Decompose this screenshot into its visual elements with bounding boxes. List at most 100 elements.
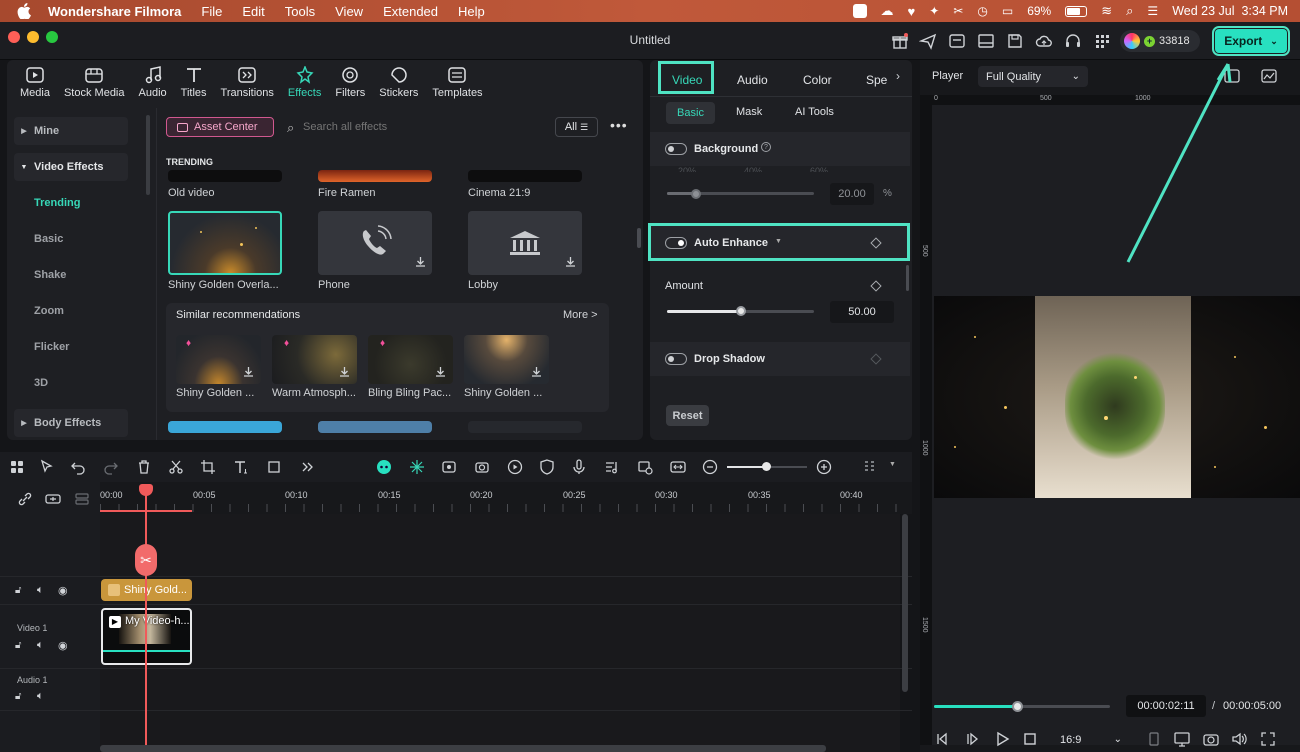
download-icon[interactable] [564, 255, 577, 268]
more-tools-icon[interactable] [299, 459, 315, 475]
sidebar-scrollbar[interactable] [146, 115, 150, 195]
timeline-horizontal-scrollbar[interactable] [100, 745, 826, 752]
sidebar-item-flicker[interactable]: Flicker [34, 341, 69, 353]
scissors-icon[interactable] [168, 459, 184, 475]
delete-icon[interactable] [136, 459, 152, 475]
effect-thumb-old-video[interactable] [168, 170, 282, 182]
save-icon[interactable] [1006, 32, 1024, 50]
download-icon[interactable] [338, 365, 351, 378]
fit-width-icon[interactable] [670, 459, 686, 475]
aspect-ratio-dropdown[interactable]: 16:9 ⌄ [1052, 729, 1126, 750]
menu-edit[interactable]: Edit [242, 4, 264, 19]
background-slider-knob[interactable] [691, 189, 701, 199]
link-icon[interactable] [17, 491, 33, 507]
sidebar-item-body-effects[interactable]: ▶ Body Effects [14, 409, 128, 437]
tab-stickers[interactable]: Stickers [373, 60, 424, 106]
status-cloud-icon[interactable]: ☁ [881, 3, 894, 19]
background-value[interactable]: 20.00 [830, 183, 874, 205]
export-button[interactable]: Export ⌄ [1212, 26, 1290, 56]
battery-icon[interactable] [1065, 5, 1088, 17]
effect-thumb-lobby[interactable] [468, 211, 582, 275]
sidebar-item-mine[interactable]: ▶ Mine [14, 117, 128, 145]
wifi-icon[interactable]: ≋ [1101, 3, 1112, 19]
menu-help[interactable]: Help [458, 4, 485, 19]
background-toggle[interactable] [665, 143, 687, 155]
microphone-icon[interactable] [571, 459, 587, 475]
add-track-icon[interactable] [45, 491, 61, 507]
display-icon[interactable] [1174, 731, 1190, 747]
play-icon[interactable] [994, 731, 1010, 747]
help-icon[interactable]: ? [761, 142, 771, 152]
template-icon[interactable] [948, 32, 966, 50]
auto-enhance-toggle[interactable] [665, 237, 687, 249]
sidebar-item-zoom[interactable]: Zoom [34, 305, 64, 317]
tab-filters[interactable]: Filters [329, 60, 371, 106]
replace-icon[interactable] [637, 459, 653, 475]
play-circle-icon[interactable] [507, 459, 523, 475]
status-heart-icon[interactable]: ♥ [908, 4, 916, 19]
tab-color[interactable]: Color [803, 68, 832, 92]
tab-video[interactable]: Video [672, 68, 702, 92]
split-scissors-icon[interactable]: ✂ [135, 544, 157, 576]
amount-value[interactable]: 50.00 [830, 301, 894, 323]
effect-thumb-cinema[interactable] [468, 170, 582, 182]
layout-icon[interactable] [977, 32, 995, 50]
tab-stock-media[interactable]: Stock Media [58, 60, 131, 106]
apps-grid-icon[interactable] [1093, 32, 1111, 50]
voice-icon[interactable] [441, 459, 457, 475]
auto-highlight-icon[interactable] [409, 459, 425, 475]
tab-audio-props[interactable]: Audio [737, 68, 768, 92]
volume-icon[interactable] [1231, 731, 1247, 747]
reset-button[interactable]: Reset [666, 405, 709, 426]
ai-mate-icon[interactable] [376, 459, 392, 475]
crop-icon[interactable] [200, 459, 216, 475]
control-center-icon[interactable]: ☰ [1147, 4, 1158, 18]
tab-speed[interactable]: Spe [866, 68, 887, 92]
caret-down-icon[interactable]: ▼ [889, 461, 896, 468]
tab-media[interactable]: Media [14, 60, 56, 106]
timeline-ruler[interactable]: 00:00 00:05 00:10 00:15 00:20 00:25 00:3… [100, 482, 912, 514]
select-pointer-icon[interactable] [39, 459, 55, 475]
effect-thumb-fire-ramen[interactable] [318, 170, 432, 182]
download-icon[interactable] [530, 365, 543, 378]
sidebar-item-trending[interactable]: Trending [34, 197, 80, 209]
status-clock-icon[interactable]: ◷ [977, 4, 987, 18]
shape-icon[interactable] [267, 459, 283, 475]
similar-thumb-2[interactable]: ♦ [272, 335, 357, 384]
previous-frame-icon[interactable] [935, 731, 951, 747]
zoom-in-icon[interactable] [816, 459, 832, 475]
menu-view[interactable]: View [335, 4, 363, 19]
gift-icon[interactable] [891, 32, 909, 50]
credits-badge[interactable]: + 33818 [1120, 30, 1200, 52]
lock-icon[interactable]: 🔓︎ [15, 691, 21, 702]
cloud-upload-icon[interactable] [1035, 32, 1053, 50]
sidebar-item-video-effects[interactable]: ▼ Video Effects [14, 153, 128, 181]
timeline-settings-icon[interactable] [862, 459, 878, 475]
speaker-icon[interactable]: 🔈︎ [37, 639, 44, 652]
track-manager-icon[interactable] [74, 491, 90, 507]
menu-app-name[interactable]: Wondershare Filmora [48, 4, 181, 19]
effect-thumb-row4-2[interactable] [318, 421, 432, 433]
effect-thumb-row4-1[interactable] [168, 421, 282, 433]
download-icon[interactable] [414, 255, 427, 268]
similar-thumb-4[interactable] [464, 335, 549, 384]
playback-progress-knob[interactable] [1011, 701, 1023, 712]
headset-icon[interactable] [1064, 32, 1082, 50]
quality-dropdown[interactable]: Full Quality ⌄ [978, 66, 1088, 87]
zoom-slider-knob[interactable] [762, 462, 771, 471]
props-scrollbar[interactable] [906, 265, 909, 291]
download-icon[interactable] [242, 365, 255, 378]
subtab-ai-tools[interactable]: AI Tools [795, 106, 834, 118]
music-list-icon[interactable] [604, 459, 620, 475]
sidebar-item-basic[interactable]: Basic [34, 233, 63, 245]
download-icon[interactable] [434, 365, 447, 378]
chevron-right-icon[interactable]: › [896, 69, 900, 83]
avatar[interactable] [1124, 33, 1140, 49]
status-pin-icon[interactable]: ✂ [953, 4, 963, 18]
playhead-line[interactable] [145, 484, 147, 752]
next-frame-icon[interactable] [965, 731, 981, 747]
speaker-icon[interactable]: 🔈︎ [37, 584, 44, 597]
record-icon[interactable] [474, 459, 490, 475]
tab-titles[interactable]: Titles [175, 60, 213, 106]
lock-icon[interactable]: 🔓︎ [15, 640, 21, 651]
